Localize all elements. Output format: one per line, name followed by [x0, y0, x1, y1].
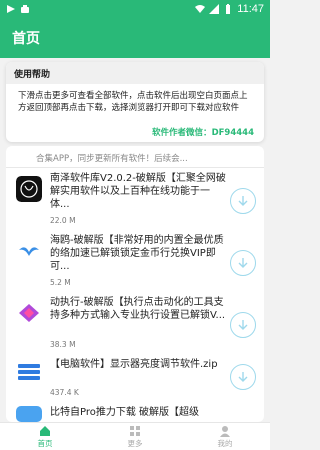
list-item[interactable]: 动执行-破解版【执行点击动化的工具支持多种方式输入专业执行设置已解锁V... 3…	[6, 292, 264, 354]
status-time: 11:47	[237, 3, 264, 15]
nav-more[interactable]: 更多	[90, 423, 180, 450]
app-size: 437.4 K	[50, 388, 79, 397]
list-item-truncated[interactable]: 合集APP，同步更新所有软件！后续会...	[6, 146, 264, 168]
app-notification-icon	[7, 5, 15, 13]
list-item[interactable]: 南泽软件库V2.0.2-破解版【汇聚全网破解实用软件以及上百种在线功能于一体..…	[6, 168, 264, 230]
app-title: 南泽软件库V2.0.2-破解版【汇聚全网破解实用软件以及上百种在线功能于一体..…	[50, 173, 226, 210]
truncated-description: 合集APP，同步更新所有软件！后续会...	[36, 154, 188, 164]
download-arrow-icon	[238, 258, 248, 268]
battery-icon	[226, 4, 231, 14]
app-title: 【电脑软件】显示器亮度调节软件.zip	[50, 359, 218, 370]
wifi-icon	[195, 5, 206, 13]
author-label: 软件作者微信：	[152, 128, 212, 138]
bitspirit-app-icon	[16, 406, 42, 422]
app-size: 38.3 M	[50, 340, 76, 349]
notice-title: 使用帮助	[6, 62, 264, 84]
app-title: 比特自Pro推力下载 破解版【超级	[50, 407, 200, 418]
author-contact: 软件作者微信：DF94444	[152, 126, 254, 138]
status-icons-right: 11:47	[195, 3, 264, 15]
author-id: DF94444	[211, 128, 254, 138]
download-button[interactable]	[230, 364, 256, 390]
status-icons-left	[6, 4, 30, 14]
signal-icon	[209, 4, 220, 14]
notice-body: 下滑点击更多可查看全部软件，点击软件后出现空白页面点上方返回顶部再点击下载，选择…	[18, 91, 248, 113]
list-item[interactable]: 【电脑软件】显示器亮度调节软件.zip 437.4 K	[6, 354, 264, 402]
list-item[interactable]: 海鸥-破解版【非常好用的内置全最优质的络加速已解锁锁定金币行兑换VIP即可...…	[6, 230, 264, 292]
app-list: 合集APP，同步更新所有软件！后续会... 南泽软件库V2.0.2-破解版【汇聚…	[6, 146, 264, 422]
bottom-navigation: 首页 更多 我的	[0, 422, 270, 450]
auto-exec-app-icon	[16, 300, 42, 326]
app-size: 22.0 M	[50, 216, 76, 225]
list-item[interactable]: 比特自Pro推力下载 破解版【超级	[6, 404, 264, 422]
app-title: 海鸥-破解版【非常好用的内置全最优质的络加速已解锁锁定金币行兑换VIP即可...	[50, 235, 224, 272]
seagull-app-icon	[16, 238, 42, 264]
download-button[interactable]	[230, 312, 256, 338]
help-notice-card: 使用帮助 下滑点击更多可查看全部软件，点击软件后出现空白页面点上方返回顶部再点击…	[6, 62, 264, 142]
download-arrow-icon	[238, 320, 248, 330]
download-button[interactable]	[230, 188, 256, 214]
download-button[interactable]	[230, 250, 256, 276]
nav-label-more: 更多	[127, 438, 143, 448]
app-bar: 首页	[0, 18, 270, 58]
zip-file-icon	[16, 358, 42, 384]
nanze-app-icon	[16, 176, 42, 202]
user-icon	[220, 425, 230, 437]
grid-icon	[130, 425, 140, 436]
page-title: 首页	[12, 31, 40, 47]
app-size: 5.2 M	[50, 278, 71, 287]
nav-profile[interactable]: 我的	[180, 423, 270, 450]
nav-label-profile: 我的	[217, 438, 233, 448]
nav-label-home: 首页	[37, 438, 53, 448]
app-title: 动执行-破解版【执行点击动化的工具支持多种方式输入专业执行设置已解锁V...	[50, 297, 226, 321]
download-arrow-icon	[238, 196, 248, 206]
download-arrow-icon	[238, 372, 248, 382]
nav-home[interactable]: 首页	[0, 423, 90, 450]
home-icon	[40, 425, 50, 436]
android-debug-icon	[21, 5, 29, 13]
status-bar: 11:47	[0, 0, 270, 18]
